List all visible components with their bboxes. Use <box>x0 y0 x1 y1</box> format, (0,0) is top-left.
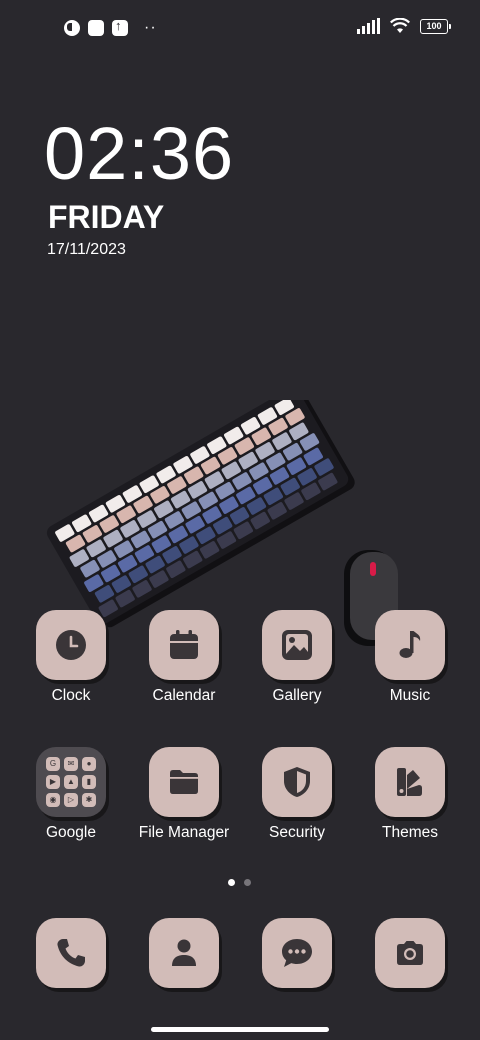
app-label: Gallery <box>272 687 322 704</box>
messages-tile[interactable] <box>262 918 332 988</box>
photos-icon: ✱ <box>82 793 96 807</box>
page-indicator[interactable] <box>228 879 251 886</box>
shield-icon <box>284 767 310 797</box>
chrome-icon: ◉ <box>46 793 60 807</box>
app-security[interactable]: Security <box>249 747 345 842</box>
phone-icon <box>57 939 85 967</box>
app-label: Security <box>269 824 325 841</box>
clock-tile[interactable] <box>36 610 106 680</box>
gallery-tile[interactable] <box>262 610 332 680</box>
messages-icon <box>282 939 312 967</box>
security-tile[interactable] <box>262 747 332 817</box>
app-file-manager[interactable]: File Manager <box>136 747 232 842</box>
dock-messages[interactable] <box>249 918 345 988</box>
contacts-icon <box>172 939 196 966</box>
clock-date: 17/11/2023 <box>47 241 126 258</box>
home-gesture-bar[interactable] <box>151 1027 329 1032</box>
square-notification-icon <box>88 20 104 36</box>
app-label: Clock <box>51 687 91 704</box>
clock-day: FRIDAY <box>48 199 165 235</box>
dock-camera[interactable] <box>362 918 458 988</box>
dock-phone[interactable] <box>23 918 119 988</box>
google-search-icon: G <box>46 757 60 771</box>
app-label: Music <box>389 687 431 704</box>
app-label: Calendar <box>152 687 216 704</box>
page-dot-1[interactable] <box>228 879 235 886</box>
more-notifications-icon: ·· <box>144 19 157 36</box>
system-icons: 100 <box>357 18 451 34</box>
app-label: Themes <box>382 824 438 841</box>
clock-icon <box>56 630 86 660</box>
battery-icon: 100 <box>420 18 451 34</box>
app-notification-icon <box>64 20 80 36</box>
app-clock[interactable]: Clock <box>23 610 119 705</box>
calendar-tile[interactable] <box>149 610 219 680</box>
contacts-tile[interactable] <box>149 918 219 988</box>
calendar-icon <box>170 630 198 659</box>
themes-tile[interactable] <box>375 747 445 817</box>
google-folder-icon[interactable]: G ✉ ● ▶ ▲ ▮ ◉ ▷ ✱ <box>36 747 106 817</box>
youtube-icon: ▶ <box>46 775 60 789</box>
signal-icon <box>357 18 380 34</box>
camera-icon <box>397 941 423 965</box>
dock-contacts[interactable] <box>136 918 232 988</box>
maps-icon: ● <box>82 757 96 771</box>
music-tile[interactable] <box>375 610 445 680</box>
duo-icon: ▮ <box>82 775 96 789</box>
app-label: Google <box>46 824 96 841</box>
app-music[interactable]: Music <box>362 610 458 705</box>
page-dot-2[interactable] <box>244 879 251 886</box>
folder-icon <box>170 770 198 794</box>
clock-time: 02:36 <box>44 112 235 195</box>
app-gallery[interactable]: Gallery <box>249 610 345 705</box>
themes-icon <box>397 768 422 796</box>
gmail-icon: ✉ <box>64 757 78 771</box>
app-google-folder[interactable]: G ✉ ● ▶ ▲ ▮ ◉ ▷ ✱ Google <box>23 747 119 842</box>
phone-tile[interactable] <box>36 918 106 988</box>
app-calendar[interactable]: Calendar <box>136 610 232 705</box>
music-note-icon <box>399 631 421 658</box>
wifi-icon <box>390 18 410 33</box>
upload-notification-icon <box>112 18 128 36</box>
gallery-icon <box>282 630 312 660</box>
app-themes[interactable]: Themes <box>362 747 458 842</box>
app-label: File Manager <box>138 824 230 841</box>
status-bar: ·· 100 <box>0 0 480 56</box>
file-manager-tile[interactable] <box>149 747 219 817</box>
play-icon: ▷ <box>64 793 78 807</box>
drive-icon: ▲ <box>64 775 78 789</box>
notification-icons: ·· <box>64 18 157 37</box>
camera-tile[interactable] <box>375 918 445 988</box>
